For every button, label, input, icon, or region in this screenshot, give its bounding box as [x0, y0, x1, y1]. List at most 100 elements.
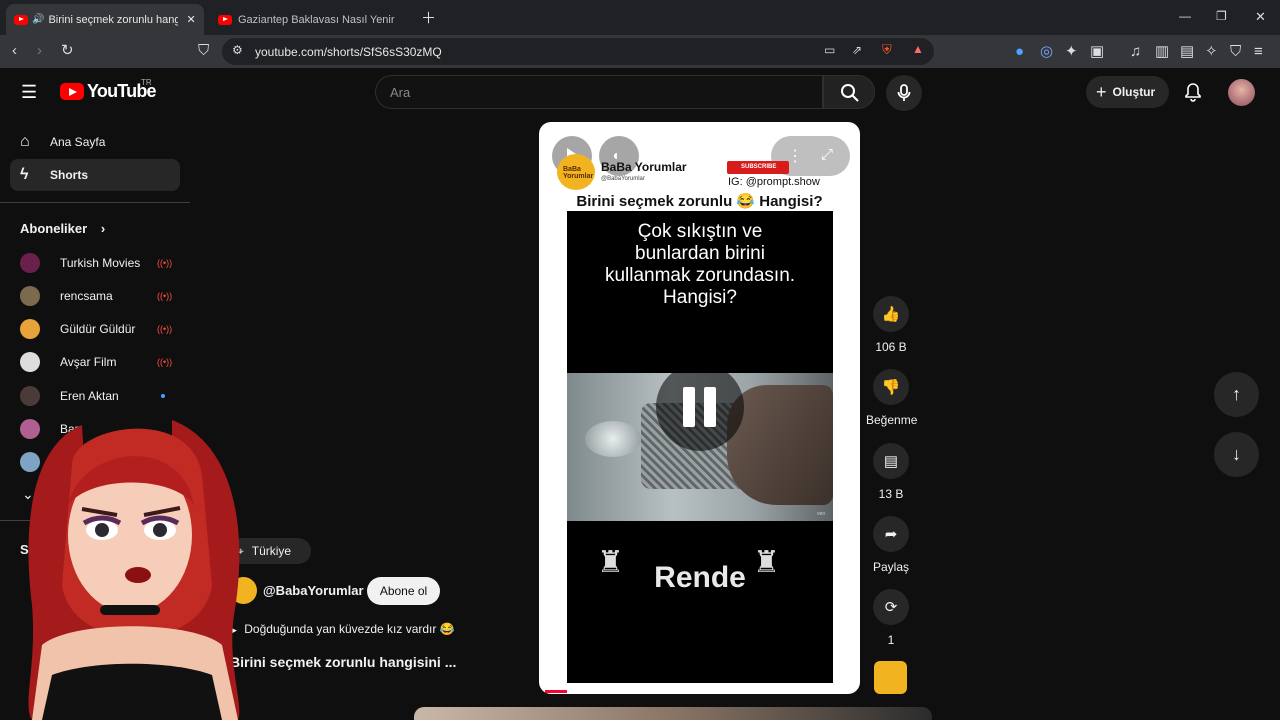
site-info-icon[interactable]: ⚙ — [232, 44, 243, 56]
live-icon: ((•)) — [157, 324, 173, 334]
microphone-icon — [897, 84, 911, 101]
tab-active[interactable]: 🔊 Birini seçmek zorunlu hangisi ✕ — [6, 4, 204, 35]
share-button[interactable]: ➦ Paylaş — [866, 516, 916, 574]
youtube-favicon-icon — [14, 14, 28, 25]
plus-icon: + — [1096, 81, 1107, 102]
shorts-player[interactable]: ◖ ⋮ ⤢ BaBa Yorumlar BaBa Yorumlar @BabaY… — [539, 122, 860, 694]
next-short-button[interactable]: ↓ — [1214, 432, 1259, 477]
maximize-icon[interactable]: ❐ — [1216, 10, 1227, 22]
wallet-icon[interactable]: ▤ — [1180, 44, 1194, 59]
subscription-item[interactable]: Eren Aktan — [20, 385, 119, 407]
account-avatar[interactable] — [1228, 79, 1255, 106]
channel-logo: BaBa Yorumlar — [557, 154, 595, 190]
location-label: Türkiye — [251, 544, 292, 558]
comment-icon: ▤ — [873, 443, 909, 479]
share-icon[interactable]: ⇗ — [852, 44, 862, 56]
comments-button[interactable]: ▤ 13 B — [866, 443, 916, 501]
subscriptions-heading[interactable]: Aboneliker › — [20, 221, 105, 236]
subscription-item[interactable]: Turkish Movies — [20, 252, 140, 274]
subscription-item[interactable]: Avşar Film — [20, 351, 116, 373]
back-icon[interactable]: ‹ — [12, 43, 17, 58]
extension-icon[interactable]: ◎ — [1040, 44, 1053, 59]
channel-name: Eren Aktan — [60, 389, 119, 403]
notifications-bell-icon[interactable] — [1183, 82, 1203, 102]
youtube-favicon-icon — [218, 14, 232, 25]
fullscreen-icon[interactable]: ⤢ — [821, 146, 833, 163]
instagram-handle: IG: @prompt.show — [728, 176, 820, 188]
brave-shield-icon[interactable]: ⛨ — [882, 43, 892, 56]
subscribe-button[interactable]: Abone ol — [367, 577, 440, 605]
channel-avatar — [20, 352, 40, 372]
video-text-line: Hangisi? — [663, 287, 737, 308]
menu-icon[interactable]: ≡ — [1254, 44, 1263, 59]
sidebar-item-home[interactable]: ⌂ Ana Sayfa — [10, 126, 180, 158]
search-button[interactable] — [823, 75, 875, 109]
remix-button[interactable]: ⟳ 1 — [866, 589, 916, 647]
tab-inactive[interactable]: Gaziantep Baklavası Nasıl Yenir ? - Ke — [210, 4, 406, 35]
channel-avatar — [20, 286, 40, 306]
minimize-icon[interactable]: — — [1179, 10, 1191, 22]
song-title: Doğduğunda yan küvezde kız vardır 😂 — [244, 622, 455, 636]
home-icon: ⌂ — [20, 133, 30, 150]
subscribe-badge: SUBSCRIBE — [727, 161, 789, 174]
hamburger-menu-icon[interactable]: ☰ — [21, 83, 37, 101]
divider — [0, 202, 190, 203]
leo-icon[interactable]: ✧ — [1205, 44, 1218, 59]
extension-icon[interactable]: ● — [1015, 44, 1024, 59]
new-tab-icon[interactable]: ＋ — [421, 11, 436, 26]
search-icon — [841, 84, 859, 102]
channel-name: Turkish Movies — [60, 256, 141, 270]
more-options-icon[interactable]: ⋮ — [787, 146, 803, 166]
subscriptions-title: Aboneliker — [20, 221, 88, 236]
youtube-logo-icon[interactable] — [60, 83, 84, 100]
video-description[interactable]: Birini seçmek zorunlu hangisini ... — [230, 654, 480, 670]
subscription-item[interactable]: rencsama — [20, 285, 113, 307]
extensions-icon[interactable]: ✦ — [1065, 44, 1078, 59]
video-overlay-title: Birini seçmek zorunlu 😂 Hangisi? — [576, 193, 823, 210]
address-bar[interactable]: ⚙ youtube.com/shorts/SfS6sS30zMQ ▭ ⇗ ⛨ ▲ — [222, 38, 934, 65]
bookmark-icon[interactable]: ⛉ — [198, 43, 209, 58]
channel-handle[interactable]: @BabaYorumlar — [263, 583, 364, 598]
voice-search-button[interactable] — [886, 75, 922, 111]
sidebar-icon[interactable]: ▥ — [1155, 44, 1169, 59]
arrow-down-icon: ↓ — [1232, 444, 1241, 464]
channel-name: BaBa Yorumlar — [601, 160, 687, 174]
live-icon: ((•)) — [157, 291, 173, 301]
subscription-item[interactable]: Güldür Güldür — [20, 318, 135, 340]
reload-icon[interactable]: ↻ — [61, 43, 74, 58]
cast-icon[interactable]: ▭ — [824, 44, 835, 56]
brave-rewards-icon[interactable]: ▲ — [912, 43, 924, 55]
channel-logo-text: BaBa Yorumlar — [563, 166, 594, 180]
channel-name: Güldür Güldür — [60, 322, 136, 336]
media-icon[interactable]: ♫ — [1130, 44, 1141, 59]
search-input[interactable]: Ara — [375, 75, 823, 109]
like-button[interactable]: 👍 106 B — [866, 296, 916, 354]
dislike-button[interactable]: 👎 Beğenme — [866, 369, 917, 427]
url-text: youtube.com/shorts/SfS6sS30zMQ — [255, 45, 442, 59]
shorts-icon: ϟ — [20, 166, 29, 183]
like-count: 106 B — [875, 340, 907, 354]
close-tab-icon[interactable]: ✕ — [186, 13, 195, 26]
previous-short-button[interactable]: ↑ — [1214, 372, 1259, 417]
channel-avatar — [20, 386, 40, 406]
progress-bar[interactable] — [545, 690, 567, 693]
audio-source-thumbnail[interactable] — [874, 661, 907, 694]
forward-icon[interactable]: › — [37, 43, 42, 58]
song-link[interactable]: ▶ Doğduğunda yan küvezde kız vardır 😂 — [230, 622, 455, 636]
screenshot-icon[interactable]: ▣ — [1090, 44, 1104, 59]
create-button[interactable]: + Oluştur — [1086, 76, 1169, 108]
comment-count: 13 B — [878, 487, 904, 501]
next-short-preview[interactable] — [414, 707, 932, 720]
thumbs-up-icon: 👍 — [873, 296, 909, 332]
close-window-icon[interactable]: ✕ — [1255, 10, 1266, 23]
youtube-header: ☰ YouTube TR Ara + Oluştur — [0, 68, 1280, 120]
vpn-icon[interactable]: ⛉ — [1230, 44, 1241, 59]
remix-icon: ⟳ — [873, 589, 909, 625]
live-icon: ((•)) — [157, 258, 173, 268]
share-label: Paylaş — [872, 560, 910, 574]
chevron-right-icon: › — [100, 221, 106, 236]
sidebar-item-shorts[interactable]: ϟ Shorts — [10, 159, 180, 191]
video-scene: veo — [567, 373, 833, 521]
tab-title: Birini seçmek zorunlu hangisi — [48, 13, 179, 26]
live-icon: ((•)) — [157, 357, 173, 367]
